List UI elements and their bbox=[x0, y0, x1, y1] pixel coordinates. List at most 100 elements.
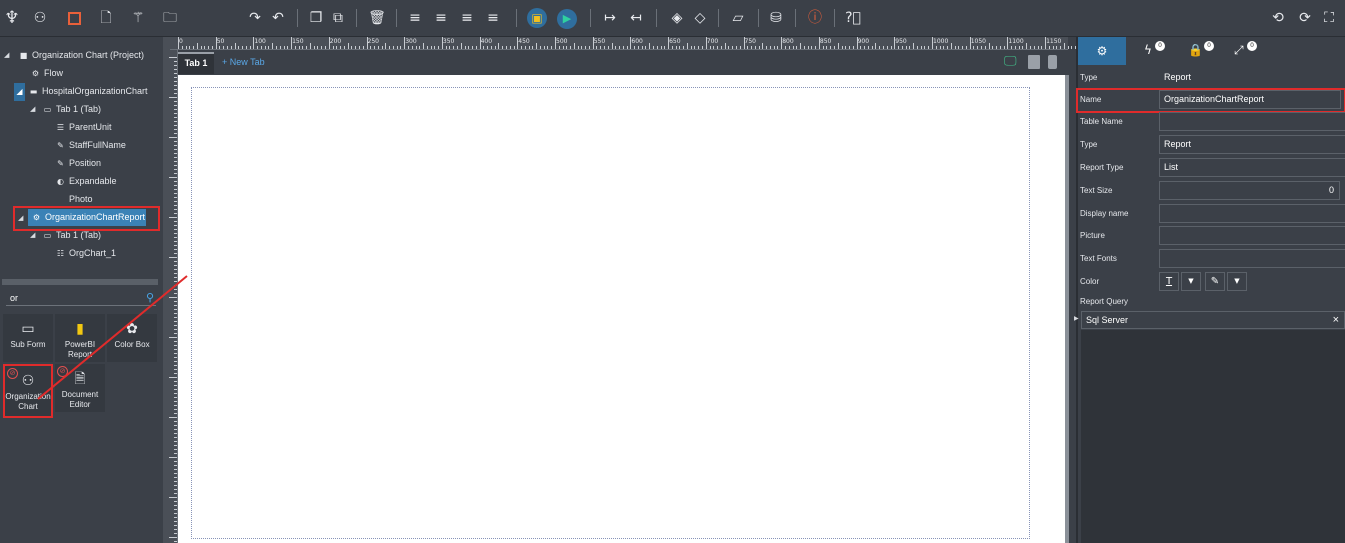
display-name-field[interactable] bbox=[1159, 204, 1345, 223]
close-icon[interactable]: × bbox=[1333, 312, 1339, 328]
align-justify-icon[interactable]: ≡ bbox=[483, 8, 503, 28]
tree-item-label: HospitalOrganizationChart bbox=[42, 86, 148, 96]
ruler-tick bbox=[739, 46, 741, 49]
text-color-dropdown[interactable]: ▼ bbox=[1181, 272, 1201, 291]
file-icon[interactable]: 🗋 bbox=[96, 8, 116, 28]
paste-icon[interactable]: ⧉ bbox=[328, 8, 348, 28]
layers-icon[interactable]: ◈ bbox=[667, 8, 687, 28]
connections-tab[interactable]: ⤢ 0 bbox=[1234, 41, 1257, 58]
ruler-tick bbox=[362, 46, 364, 49]
panel-splitter[interactable] bbox=[2, 279, 158, 285]
save-icon[interactable]: ▣ bbox=[527, 8, 547, 28]
tree-item-field[interactable]: ☷ OrgChart_1 bbox=[55, 244, 116, 262]
ruler-label: 50 bbox=[216, 38, 225, 45]
ruler-tick bbox=[875, 43, 877, 49]
ruler-tick bbox=[174, 245, 177, 246]
text-size-field[interactable]: 0 bbox=[1159, 181, 1340, 200]
component-document-editor[interactable]: ⊘ 🗎 Document Editor bbox=[55, 364, 105, 412]
user-icon[interactable]: ⚇ bbox=[30, 8, 50, 28]
permissions-tab[interactable]: 🔒 0 bbox=[1188, 41, 1214, 57]
move-left-icon[interactable]: ↤ bbox=[626, 8, 646, 28]
redo-icon[interactable]: ↷ bbox=[245, 8, 265, 28]
expand-toggle-icon[interactable]: ◢ bbox=[30, 100, 35, 118]
ruler-tick bbox=[332, 46, 334, 49]
ruler-tick bbox=[174, 541, 177, 542]
ruler-tick bbox=[174, 109, 177, 110]
text-fonts-field[interactable] bbox=[1159, 249, 1345, 268]
move-right-icon[interactable]: ↦ bbox=[600, 8, 620, 28]
expand-toggle-icon[interactable]: ◢ bbox=[14, 83, 25, 101]
help-icon[interactable]: ?⃝ bbox=[843, 8, 863, 28]
search-icon[interactable]: ⚲ bbox=[146, 290, 154, 306]
run-icon[interactable]: ▶ bbox=[557, 8, 577, 29]
info-icon[interactable]: ⓘ bbox=[805, 8, 825, 28]
component-sub-form[interactable]: ▭ Sub Form bbox=[3, 314, 53, 362]
align-center-icon[interactable]: ≡ bbox=[457, 8, 477, 28]
tab-1[interactable]: Tab 1 bbox=[178, 52, 214, 74]
component-organization-chart[interactable]: ⊘ ⚇ Organization Chart bbox=[3, 364, 53, 418]
ruler-tick bbox=[407, 46, 409, 49]
mobile-view-icon[interactable] bbox=[1048, 55, 1057, 69]
events-tab[interactable]: ϟ 0 bbox=[1144, 41, 1165, 57]
tree-item-report[interactable]: ⚙ OrganizationChartReport bbox=[28, 209, 146, 226]
new-tab-link[interactable]: + New Tab bbox=[222, 57, 265, 67]
table-name-field[interactable] bbox=[1159, 112, 1345, 131]
ruler-tick bbox=[238, 46, 240, 49]
tree-item-tab[interactable]: ◢ ▭ Tab 1 (Tab) bbox=[30, 100, 101, 118]
sql-server-selector[interactable]: Sql Server × bbox=[1081, 311, 1345, 329]
report-type-select[interactable]: List bbox=[1159, 158, 1345, 177]
settings-tab[interactable]: ⚙ bbox=[1078, 37, 1126, 65]
collapse-arrow-icon[interactable]: ▶ bbox=[1074, 315, 1079, 322]
refresh-icon[interactable]: ⟳ bbox=[1295, 8, 1315, 28]
magic-wand-icon[interactable]: ⚚ bbox=[128, 8, 148, 28]
tree-item-tab[interactable]: ◢ ▭ Tab 1 (Tab) bbox=[30, 226, 101, 244]
tree-item-field[interactable]: ✎ StaffFullName bbox=[55, 136, 126, 154]
ruler-tick bbox=[174, 533, 177, 534]
ruler-tick bbox=[833, 46, 835, 49]
ruler-tick bbox=[788, 46, 790, 49]
tablet-view-icon[interactable] bbox=[1028, 55, 1040, 69]
canvas-scrollbar[interactable] bbox=[1065, 75, 1069, 543]
tree-item-field[interactable]: ◐ Expandable bbox=[55, 172, 117, 190]
database-icon[interactable]: ⛁ bbox=[766, 8, 786, 28]
report-page-area[interactable] bbox=[191, 87, 1030, 539]
ruler-tick bbox=[702, 46, 704, 49]
component-powerbi-report[interactable]: ▮ PowerBI Report bbox=[55, 314, 105, 362]
text-color-button[interactable]: T bbox=[1159, 272, 1179, 291]
trash-icon[interactable]: 🗑 bbox=[367, 8, 387, 28]
tree-item-field[interactable]: ☰ ParentUnit bbox=[55, 118, 112, 136]
sql-query-editor[interactable] bbox=[1081, 330, 1345, 543]
tree-item-project[interactable]: ◢ ■ Organization Chart (Project) bbox=[4, 46, 144, 64]
fill-color-button[interactable]: ✎ bbox=[1205, 272, 1225, 291]
tree-item-flow[interactable]: ⚙ Flow bbox=[30, 64, 63, 82]
fill-color-dropdown[interactable]: ▼ bbox=[1227, 272, 1247, 291]
ruler-tick bbox=[747, 46, 749, 49]
folder-icon[interactable]: 🗀 bbox=[160, 8, 180, 28]
desktop-view-icon[interactable]: 🖵 bbox=[1004, 55, 1018, 69]
expand-toggle-icon[interactable]: ◢ bbox=[4, 46, 9, 64]
expand-toggle-icon[interactable]: ◢ bbox=[30, 226, 35, 244]
component-color-box[interactable]: ✿ Color Box bbox=[107, 314, 157, 362]
undo-icon[interactable]: ↶ bbox=[268, 8, 288, 28]
align-right-icon[interactable]: ≡ bbox=[431, 8, 451, 28]
ruler-tick bbox=[174, 113, 177, 114]
ruler-icon[interactable]: ⏥ bbox=[728, 8, 748, 28]
ruler-tick bbox=[193, 46, 195, 49]
ruler-tick bbox=[924, 46, 926, 49]
type-select[interactable]: Report bbox=[1159, 135, 1345, 154]
picture-field[interactable] bbox=[1159, 226, 1345, 245]
layers-alt-icon[interactable]: ◇ bbox=[690, 8, 710, 28]
tree-item-form[interactable]: ◢ ▬ HospitalOrganizationChart bbox=[14, 82, 148, 101]
ruler-tick bbox=[637, 46, 639, 49]
name-field[interactable]: OrganizationChartReport bbox=[1159, 90, 1341, 109]
square-icon[interactable] bbox=[64, 8, 84, 28]
tree-item-field[interactable]: ✎ Position bbox=[55, 154, 101, 172]
expand-toggle-icon[interactable]: ◢ bbox=[18, 214, 23, 222]
copy-icon[interactable]: ❐ bbox=[306, 8, 326, 28]
align-left-icon[interactable]: ≡ bbox=[405, 8, 425, 28]
octopus-logo-icon[interactable]: ♆ bbox=[2, 8, 22, 28]
fullscreen-icon[interactable]: ⛶ bbox=[1319, 8, 1339, 28]
history-icon[interactable]: ⟲ bbox=[1268, 8, 1288, 28]
ruler-tick bbox=[242, 46, 244, 49]
component-search-input[interactable]: or ⚲ bbox=[6, 290, 156, 306]
